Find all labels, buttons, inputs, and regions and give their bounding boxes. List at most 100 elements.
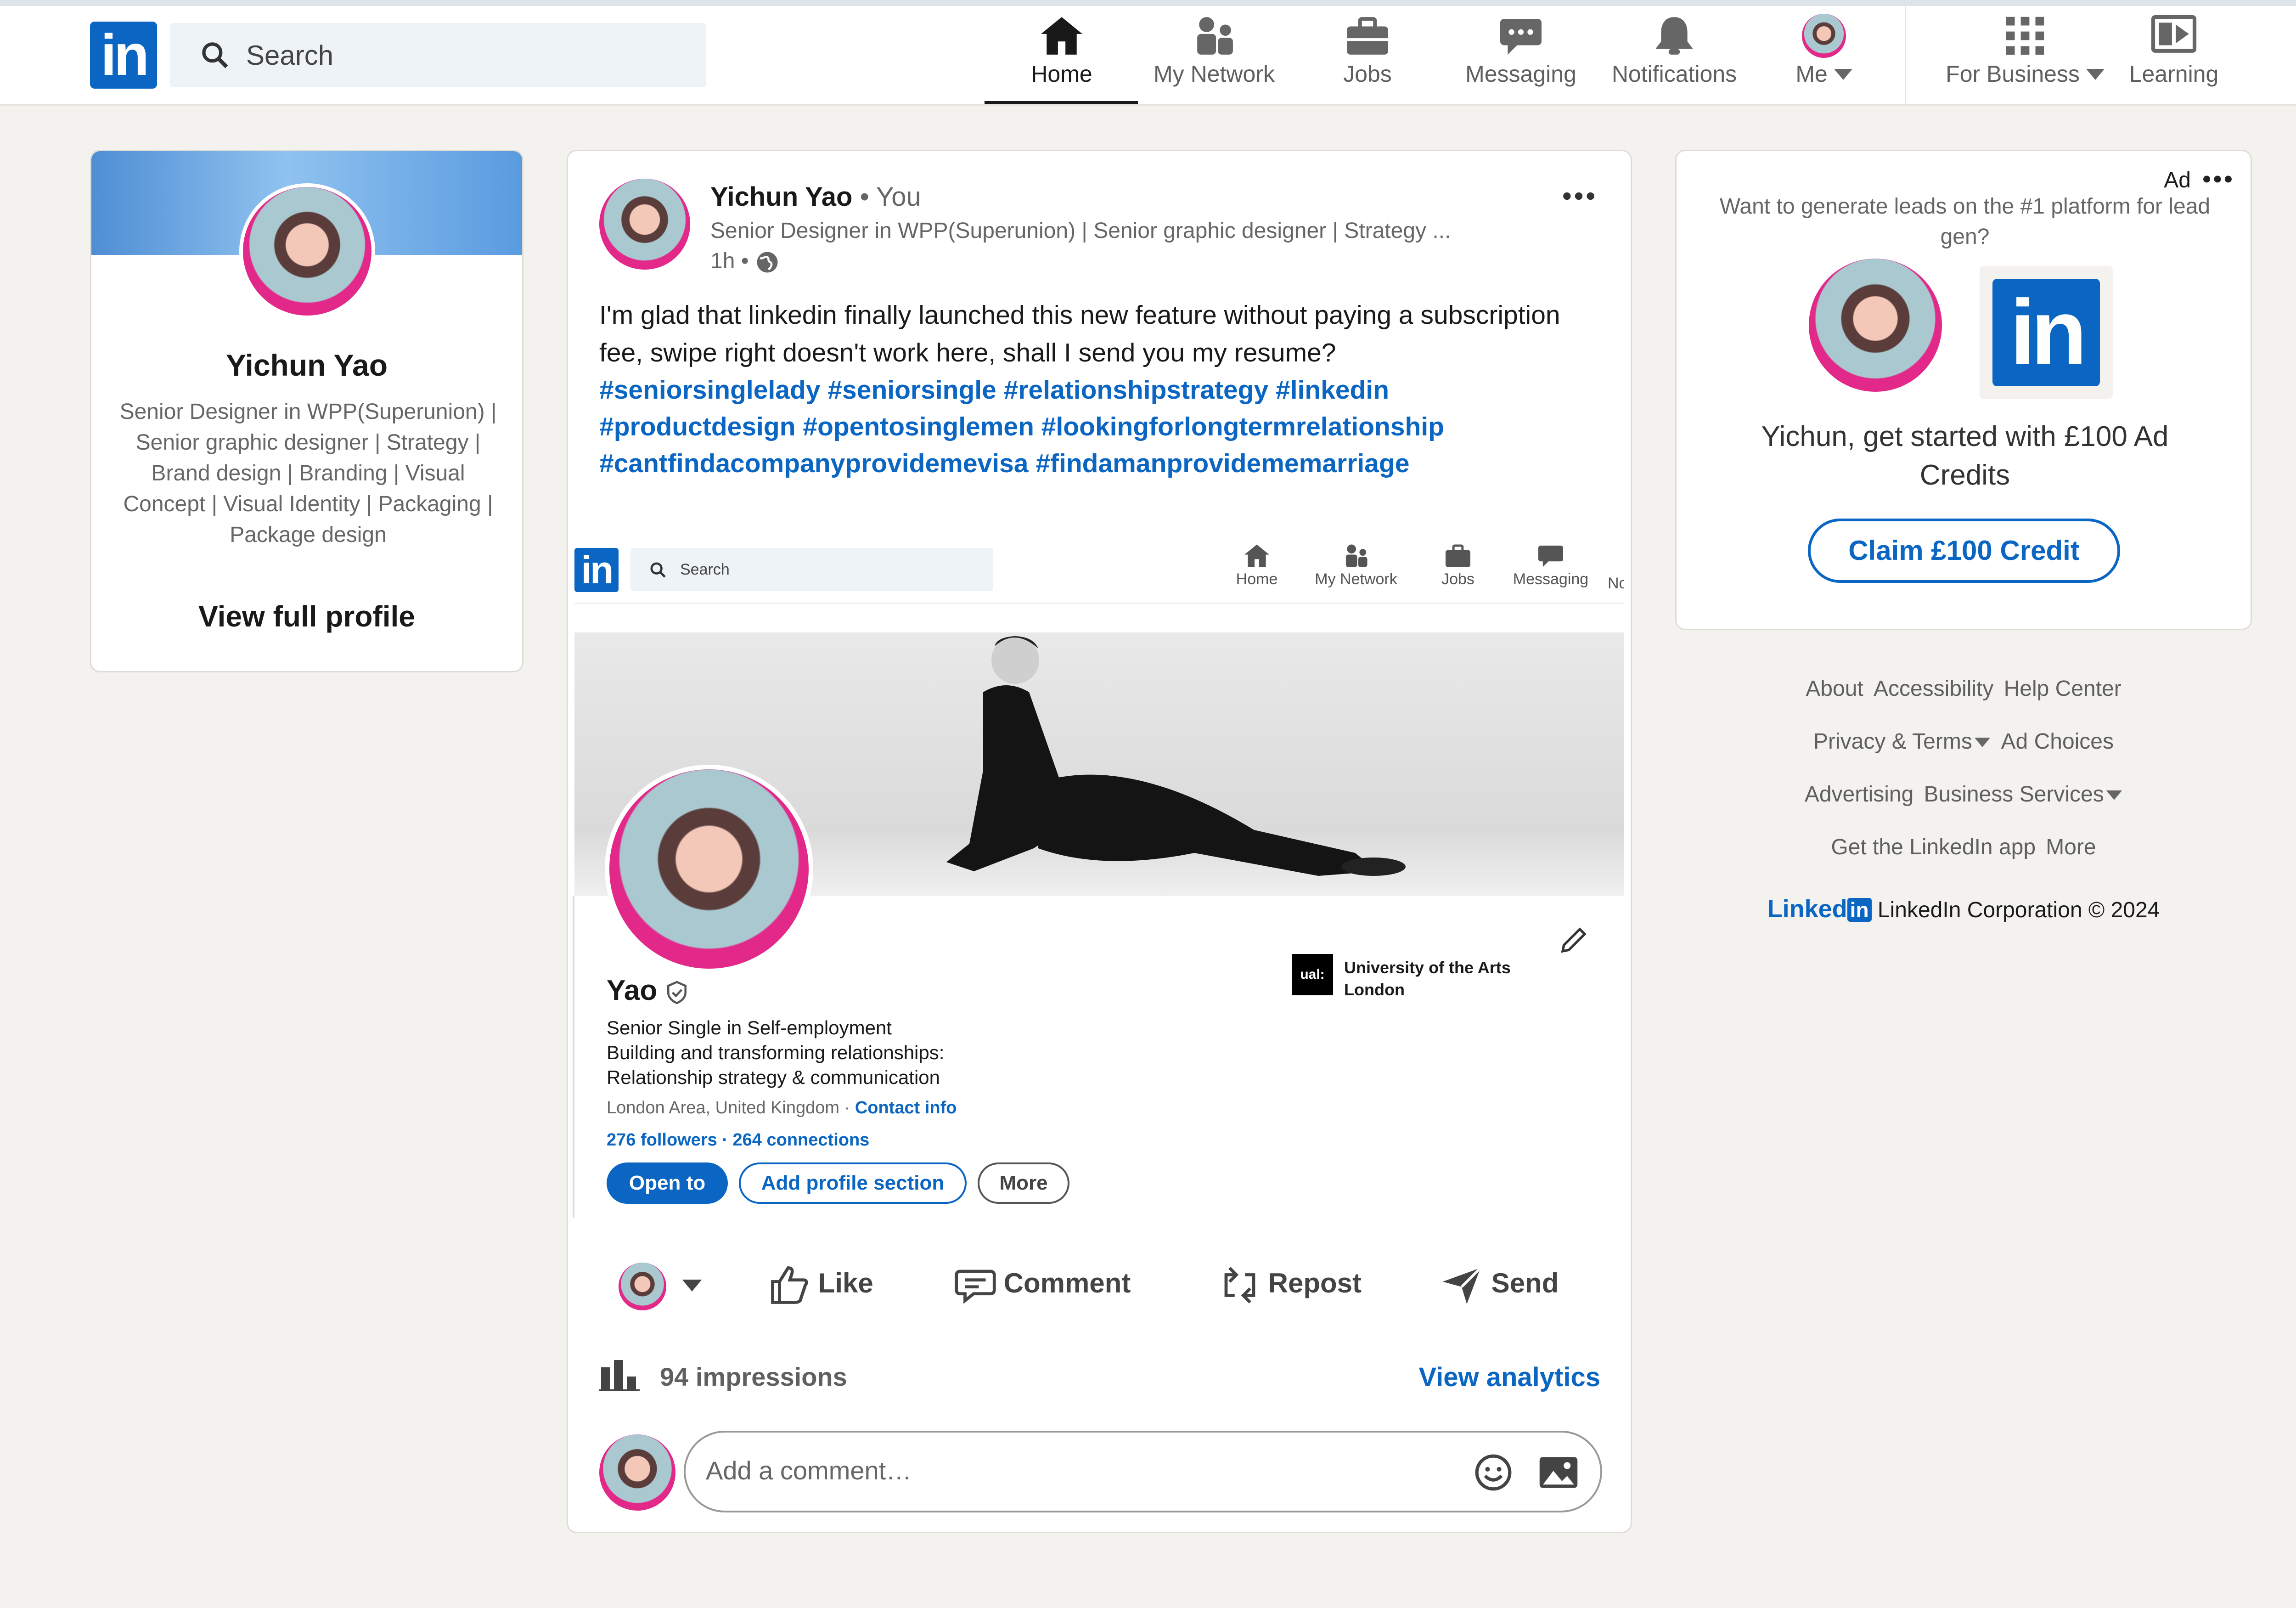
edit-pencil-icon	[1561, 927, 1587, 953]
embedded-open-to-button: Open to	[607, 1162, 728, 1204]
embedded-search: Search	[630, 548, 993, 591]
nav-my-network[interactable]: My Network	[1145, 13, 1283, 87]
footer-link-ad-choices[interactable]: Ad Choices	[2001, 729, 2114, 754]
thumbs-up-icon	[771, 1266, 808, 1304]
more-options-icon[interactable]	[1563, 191, 1595, 202]
embedded-left-edge	[573, 896, 574, 1218]
nav-label: Learning	[2129, 61, 2219, 87]
comment-input[interactable]: Add a comment…	[684, 1431, 1602, 1512]
ad-logo-frame: in	[1980, 266, 2113, 399]
embedded-add-section-button: Add profile section	[739, 1162, 967, 1204]
emoji-icon[interactable]	[1474, 1453, 1513, 1492]
embedded-headline-line: Relationship strategy & communication	[607, 1066, 940, 1088]
nav-jobs[interactable]: Jobs	[1299, 13, 1436, 87]
claim-credit-button[interactable]: Claim £100 Credit	[1808, 519, 2120, 583]
embedded-nav-label: My Network	[1315, 570, 1397, 588]
nav-label: Me	[1795, 61, 1828, 87]
post-author-avatar[interactable]	[599, 179, 690, 270]
profile-name[interactable]: Yichun Yao	[91, 348, 522, 383]
post-image[interactable]: in Search Home My Network Jobs Messaging…	[568, 536, 1631, 1235]
repost-label: Repost	[1268, 1267, 1362, 1298]
profile-avatar[interactable]	[239, 183, 375, 319]
embedded-followers: 276 followers	[607, 1130, 717, 1150]
embedded-profile-avatar	[605, 765, 813, 973]
nav-home[interactable]: Home	[993, 13, 1131, 87]
footer-link-accessibility[interactable]: Accessibility	[1874, 677, 1993, 701]
impressions-count[interactable]: 94 impressions	[660, 1362, 847, 1392]
post-hashtags-3[interactable]: #cantfindacompanyprovidemevisa #findaman…	[599, 445, 1409, 482]
like-label: Like	[818, 1267, 873, 1298]
embedded-nav-messaging: Messaging	[1500, 543, 1601, 588]
embedded-search-label: Search	[680, 561, 730, 578]
embedded-school-line: University of the Arts	[1344, 958, 1511, 977]
post-hashtags-1[interactable]: #seniorsinglelady #seniorsingle #relatio…	[599, 372, 1389, 408]
bell-icon	[1655, 17, 1693, 55]
ad-user-avatar	[1809, 259, 1942, 392]
footer-link-business-services[interactable]: Business Services	[1924, 782, 2104, 807]
footer-links: About Accessibility Help Center Privacy …	[1675, 665, 2252, 923]
briefcase-icon	[1446, 544, 1470, 567]
nav-label: Notifications	[1611, 61, 1737, 87]
commenter-avatar	[599, 1434, 675, 1511]
footer-link-privacy-terms[interactable]: Privacy & Terms	[1813, 729, 1972, 754]
ad-label: Ad	[2164, 168, 2191, 192]
nav-label: For Business	[1946, 61, 2080, 87]
search-input[interactable]: Search	[170, 23, 706, 87]
nav-divider	[1905, 6, 1906, 106]
comment-icon	[955, 1269, 996, 1304]
people-icon	[1197, 17, 1233, 55]
comment-label: Comment	[1003, 1267, 1131, 1298]
embedded-headline-line: Building and transforming relationships:	[607, 1042, 945, 1063]
embedded-nav-label: Messaging	[1513, 570, 1589, 588]
embedded-headline: Senior Single in Self-employment Buildin…	[607, 1016, 1112, 1090]
footer-linkedin-wordmark: Linked	[1767, 895, 1847, 923]
comment-placeholder: Add a comment…	[706, 1456, 912, 1485]
post-author-name[interactable]: Yichun Yao	[710, 182, 852, 212]
embedded-nav-label: Jobs	[1441, 570, 1474, 588]
profile-headline: Senior Designer in WPP(Superunion) | Sen…	[119, 400, 497, 547]
embedded-school-line: London	[1344, 980, 1405, 999]
nav-notifications[interactable]: Notifications	[1605, 13, 1743, 87]
profile-card: Yichun Yao Senior Designer in WPP(Superu…	[90, 150, 523, 672]
nav-for-business[interactable]: For Business	[1942, 13, 2108, 87]
post-author-headline: Senior Designer in WPP(Superunion) | Sen…	[710, 219, 1451, 243]
nav-me[interactable]: Me	[1755, 13, 1893, 87]
message-icon	[1500, 19, 1542, 55]
footer-link-about[interactable]: About	[1806, 677, 1863, 701]
verified-shield-icon	[667, 981, 687, 1004]
active-tab-indicator	[985, 101, 1138, 104]
nav-label: Home	[1031, 61, 1092, 87]
nav-messaging[interactable]: Messaging	[1452, 13, 1590, 87]
image-icon[interactable]	[1538, 1453, 1579, 1492]
search-icon	[650, 562, 666, 578]
post-text: I'm glad that linkedin finally launched …	[599, 300, 1560, 367]
comment-button[interactable]: Comment	[955, 1264, 1131, 1306]
footer-link-advertising[interactable]: Advertising	[1805, 782, 1913, 807]
reaction-avatar-switcher[interactable]	[619, 1263, 702, 1310]
post-hashtags-2[interactable]: #productdesign #opentosinglemen #looking…	[599, 408, 1444, 445]
view-analytics-link[interactable]: View analytics	[1419, 1362, 1601, 1393]
send-button[interactable]: Send	[1440, 1264, 1559, 1306]
footer-link-get-app[interactable]: Get the LinkedIn app	[1831, 835, 2036, 859]
like-button[interactable]: Like	[769, 1264, 873, 1306]
ad-more-options-icon[interactable]	[2203, 174, 2232, 184]
repost-button[interactable]: Repost	[1219, 1264, 1362, 1306]
footer-linkedin-in: in	[1847, 898, 1872, 922]
bar-chart-icon	[599, 1360, 640, 1391]
globe-icon	[757, 252, 778, 273]
linkedin-logo: in	[1992, 279, 2100, 386]
footer-link-more[interactable]: More	[2046, 835, 2096, 859]
footer-copyright: LinkedIn Corporation © 2024	[1877, 898, 2160, 922]
people-icon	[1345, 544, 1367, 567]
linkedin-logo[interactable]: in	[90, 22, 157, 89]
embedded-contact-info: Contact info	[855, 1098, 957, 1117]
home-icon	[1041, 17, 1082, 55]
chevron-down-icon	[682, 1280, 702, 1292]
search-placeholder: Search	[246, 40, 334, 71]
footer-link-help-center[interactable]: Help Center	[2004, 677, 2122, 701]
nav-learning[interactable]: Learning	[2105, 13, 2243, 87]
view-full-profile-link[interactable]: View full profile	[91, 599, 522, 633]
home-icon	[1244, 544, 1269, 567]
embedded-nav-label: No	[1608, 575, 1624, 592]
search-icon	[202, 42, 228, 68]
